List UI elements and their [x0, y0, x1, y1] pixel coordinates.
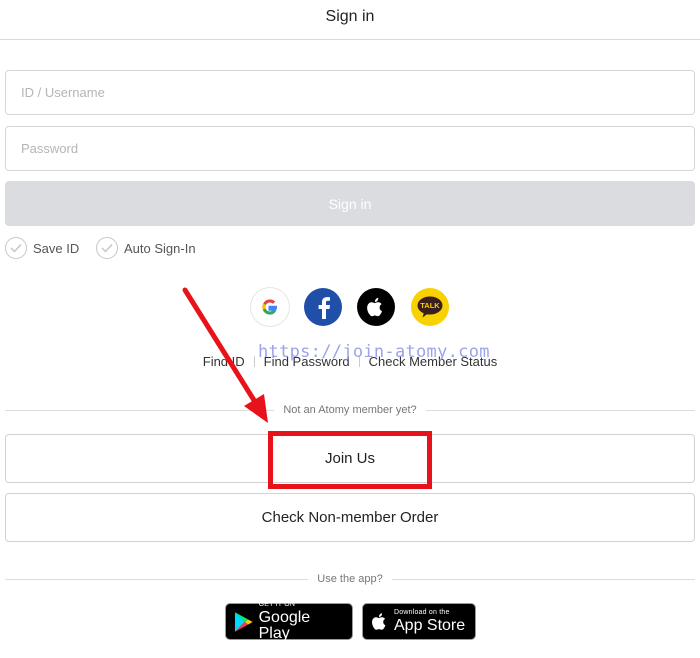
password-input[interactable]	[5, 126, 695, 171]
facebook-login-button[interactable]	[304, 288, 342, 326]
kakaotalk-icon: TALK	[417, 296, 443, 318]
app-store-small-text: Download on the	[394, 609, 450, 616]
auto-sign-in-checkbox[interactable]: Auto Sign-In	[96, 236, 196, 260]
divider-line	[425, 409, 695, 411]
auto-sign-in-label: Auto Sign-In	[124, 240, 196, 256]
divider-line	[5, 578, 309, 580]
google-play-small-text: GET IT ON	[258, 601, 296, 608]
link-separator	[253, 356, 255, 367]
kakao-talk-text: TALK	[420, 301, 440, 310]
page-header: Sign in	[0, 0, 700, 40]
member-divider-text: Not an Atomy member yet?	[283, 404, 417, 416]
username-input[interactable]	[5, 70, 695, 115]
google-login-button[interactable]	[251, 288, 289, 326]
check-non-member-order-button[interactable]: Check Non-member Order	[5, 493, 695, 542]
divider-line	[5, 409, 275, 411]
save-id-label: Save ID	[33, 240, 80, 256]
facebook-icon	[318, 297, 330, 319]
sign-in-button[interactable]: Sign in	[5, 181, 695, 226]
app-divider-text: Use the app?	[317, 573, 383, 585]
google-icon	[262, 299, 277, 315]
apple-icon	[372, 613, 386, 630]
apple-login-button[interactable]	[357, 288, 395, 326]
url-watermark: https://join-atomy.com	[258, 342, 490, 362]
checkmark-icon	[96, 237, 118, 259]
member-divider: Not an Atomy member yet?	[5, 403, 695, 417]
join-us-button[interactable]: Join Us	[5, 434, 695, 483]
divider-line	[391, 578, 695, 580]
app-store-badge[interactable]: Download on the App Store	[362, 603, 476, 640]
kakaotalk-login-button[interactable]: TALK	[411, 288, 449, 326]
arrow-shaft	[182, 287, 260, 408]
apple-icon	[367, 297, 382, 317]
app-store-title: App Store	[394, 617, 466, 634]
checkmark-icon	[5, 237, 27, 259]
google-play-icon	[234, 611, 253, 632]
google-play-title: Google Play	[258, 609, 311, 642]
app-divider: Use the app?	[5, 572, 695, 586]
find-id-link[interactable]: Find ID	[203, 354, 245, 369]
page-title: Sign in	[325, 8, 375, 25]
google-play-badge[interactable]: GET IT ON Google Play	[225, 601, 353, 642]
save-id-checkbox[interactable]: Save ID	[5, 236, 79, 260]
